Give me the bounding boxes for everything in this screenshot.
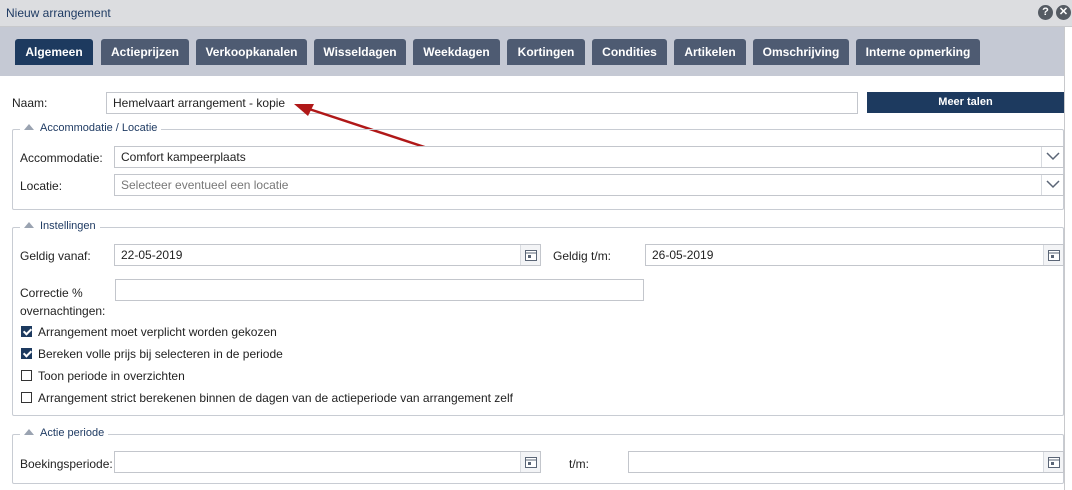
geldig-tm-label: Geldig t/m: <box>553 249 612 263</box>
window-title: Nieuw arrangement <box>6 6 111 20</box>
accommodatie-label: Accommodatie: <box>20 151 103 165</box>
actie-tm-input[interactable] <box>628 451 1064 473</box>
accommodatie-fieldset <box>12 129 1064 210</box>
tab-kortingen[interactable]: Kortingen <box>507 39 585 65</box>
calendar-icon[interactable] <box>1043 452 1063 472</box>
geldig-vanaf-label: Geldig vanaf: <box>20 249 91 263</box>
locatie-select[interactable]: Selecteer eventueel een locatie <box>114 174 1064 196</box>
strict-berekenen-checkbox[interactable] <box>21 392 32 403</box>
window-titlebar: Nieuw arrangement ? ✕ <box>0 0 1072 27</box>
chevron-down-icon[interactable] <box>1041 147 1063 167</box>
locatie-placeholder: Selecteer eventueel een locatie <box>121 178 289 192</box>
accommodatie-legend-label: Accommodatie / Locatie <box>40 122 158 134</box>
instellingen-legend[interactable]: Instellingen <box>20 220 100 232</box>
naam-input[interactable]: Hemelvaart arrangement - kopie <box>106 92 858 114</box>
volle-prijs-checkbox[interactable] <box>21 348 32 359</box>
collapse-triangle-icon <box>24 124 34 130</box>
actie-periode-legend[interactable]: Actie periode <box>20 427 109 439</box>
correctie-label-line1: Correctie % <box>20 286 83 300</box>
volle-prijs-label: Bereken volle prijs bij selecteren in de… <box>38 347 283 361</box>
accommodatie-select[interactable]: Comfort kampeerplaats <box>114 146 1064 168</box>
correctie-input[interactable] <box>115 279 644 301</box>
geldig-tm-input[interactable]: 26-05-2019 <box>645 244 1064 266</box>
right-border <box>1064 27 1072 490</box>
instellingen-legend-label: Instellingen <box>40 220 96 232</box>
tab-bar: Algemeen Actieprijzen Verkoopkanalen Wis… <box>0 27 1064 76</box>
tab-algemeen[interactable]: Algemeen <box>15 39 93 65</box>
calendar-icon[interactable] <box>1043 245 1063 265</box>
geldig-vanaf-input[interactable]: 22-05-2019 <box>114 244 541 266</box>
boekingsperiode-label: Boekingsperiode: <box>20 457 113 471</box>
naam-label: Naam: <box>12 96 48 110</box>
collapse-triangle-icon <box>24 222 34 228</box>
tab-condities[interactable]: Condities <box>592 39 667 65</box>
tab-artikelen[interactable]: Artikelen <box>674 39 746 65</box>
tab-verkoopkanalen[interactable]: Verkoopkanalen <box>196 39 307 65</box>
calendar-icon[interactable] <box>520 245 540 265</box>
tab-actieprijzen[interactable]: Actieprijzen <box>101 39 189 65</box>
chevron-down-icon[interactable] <box>1041 175 1063 195</box>
toon-periode-checkbox[interactable] <box>21 370 32 381</box>
meer-talen-button[interactable]: Meer talen <box>867 92 1064 113</box>
tab-weekdagen[interactable]: Weekdagen <box>413 39 500 65</box>
tab-wisseldagen[interactable]: Wisseldagen <box>314 39 406 65</box>
calendar-icon[interactable] <box>520 452 540 472</box>
toon-periode-label: Toon periode in overzichten <box>38 369 185 383</box>
tab-interne-opmerking[interactable]: Interne opmerking <box>856 39 980 65</box>
tab-omschrijving[interactable]: Omschrijving <box>753 39 849 65</box>
geldig-tm-value: 26-05-2019 <box>652 248 714 262</box>
locatie-label: Locatie: <box>20 179 63 193</box>
collapse-triangle-icon <box>24 429 34 435</box>
correctie-label-line2: overnachtingen: <box>20 304 106 318</box>
verplicht-label: Arrangement moet verplicht worden gekoze… <box>38 325 277 339</box>
actie-periode-legend-label: Actie periode <box>40 427 105 439</box>
geldig-vanaf-value: 22-05-2019 <box>121 248 183 262</box>
strict-berekenen-label: Arrangement strict berekenen binnen de d… <box>38 391 513 405</box>
close-circle-icon[interactable]: ✕ <box>1056 5 1071 20</box>
accommodatie-legend[interactable]: Accommodatie / Locatie <box>20 122 162 134</box>
accommodatie-value: Comfort kampeerplaats <box>121 150 246 164</box>
verplicht-checkbox[interactable] <box>21 326 32 337</box>
question-circle-icon[interactable]: ? <box>1038 5 1053 20</box>
actie-tm-label: t/m: <box>569 457 589 471</box>
boekingsperiode-input[interactable] <box>114 451 541 473</box>
